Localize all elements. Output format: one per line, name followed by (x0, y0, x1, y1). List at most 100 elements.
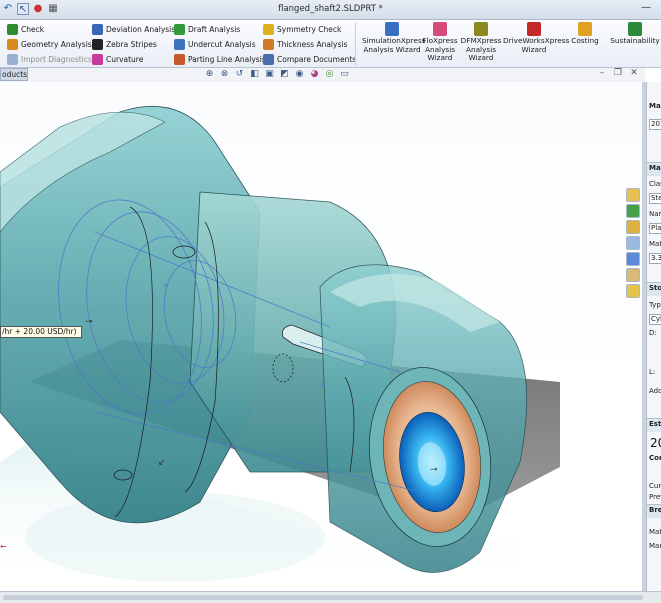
appearances-tab-icon[interactable] (626, 252, 640, 266)
window-title: flanged_shaft2.SLDPRT * (278, 4, 383, 14)
ribbon-label: Symmetry Check (277, 24, 342, 34)
draft-analysis-icon (174, 23, 185, 35)
simulationxpress-icon (385, 22, 399, 36)
check-icon (7, 23, 18, 35)
geometry-analysis-button[interactable]: Geometry Analysis (7, 37, 92, 51)
check-button[interactable]: Check (7, 22, 44, 36)
zebra-stripes-icon (92, 38, 103, 50)
svg-text:⊸: ⊸ (430, 465, 438, 475)
symmetry-check-button[interactable]: Symmetry Check (263, 22, 341, 36)
undercut-analysis-icon (174, 38, 185, 50)
minimize-button[interactable]: — (639, 2, 653, 14)
panel-field[interactable]: Ste (649, 193, 661, 204)
dfmxpress-icon (474, 22, 488, 36)
panel-label: Nam (649, 210, 661, 218)
ribbon-label: Parting Line Analysis (188, 54, 266, 64)
costing-button[interactable]: Costing (566, 22, 604, 46)
ribbon-label: Sustainability (610, 36, 660, 45)
floxpress-icon (433, 22, 447, 36)
parting-line-analysis-icon (174, 53, 185, 65)
costing-task-pane: Ma 201 Ma Clas Ste Nam Pla Mat 3.3 Sto Typ Cyl D: L: A… (646, 82, 661, 591)
file-explorer-tab-icon[interactable] (626, 236, 640, 250)
panel-label: Sto (649, 284, 661, 292)
panel-label: Clas (649, 180, 661, 188)
parting-line-analysis-button[interactable]: Parting Line Analysis (174, 52, 266, 66)
ribbon-label: SimulationXpress Analysis Wizard (362, 36, 426, 54)
panel-label: Cur (649, 482, 661, 490)
ribbon-label: Curvature (106, 54, 144, 64)
document-window-controls: – ❐ ✕ (597, 68, 639, 78)
panel-label: Mat (649, 240, 661, 248)
evaluate-ribbon: Check Geometry Analysis Import Diagnostics… (0, 20, 661, 68)
panel-label: Typ (649, 301, 661, 309)
design-library-tab-icon[interactable] (626, 220, 640, 234)
scroll-thumb[interactable] (3, 595, 643, 600)
minimize-doc-icon[interactable]: – (597, 68, 607, 78)
costing-tab-icon[interactable] (626, 284, 640, 298)
graphics-area[interactable]: ⊸ ↙ ⊸ + + /hr + 20.00 USD/hr) ← (0, 82, 642, 591)
apply-scene-icon[interactable]: ◎ (324, 69, 335, 80)
previous-view-icon[interactable]: ↺ (234, 69, 245, 80)
curvature-icon (92, 53, 103, 65)
panel-label: Est (649, 420, 661, 428)
tab-row: oducts ⊕ ⊗ ↺ ◧ ▣ ◩ ◉ ◕ ◎ ▭ – ❐ ✕ (0, 68, 645, 82)
ribbon-separator (355, 22, 356, 66)
display-style-icon[interactable]: ◩ (279, 69, 290, 80)
hide-show-icon[interactable]: ◉ (294, 69, 305, 80)
edit-appearance-icon[interactable]: ◕ (309, 69, 320, 80)
sustainability-button[interactable]: Sustainability (610, 22, 660, 46)
section-view-icon[interactable]: ◧ (249, 69, 260, 80)
zoom-area-icon[interactable]: ⊗ (219, 69, 230, 80)
part-model[interactable]: ⊸ ↙ ⊸ + + (0, 82, 642, 591)
driveworksxpress-button[interactable]: DriveWorksXpress Wizard (503, 22, 569, 54)
custom-properties-tab-icon[interactable] (626, 268, 640, 282)
view-orientation-icon[interactable]: ▣ (264, 69, 275, 80)
import-diagnostics-icon (7, 53, 18, 65)
panel-label: Man (649, 542, 661, 550)
zoom-to-fit-icon[interactable]: ⊕ (204, 69, 215, 80)
home-tab-icon[interactable] (626, 188, 640, 202)
floxpress-button[interactable]: FloXpress Analysis Wizard (420, 22, 460, 63)
deviation-analysis-button[interactable]: Deviation Analysis (92, 22, 175, 36)
panel-label: Prev (649, 493, 661, 501)
compare-documents-button[interactable]: Compare Documents (263, 52, 356, 66)
task-pane-tabs (624, 188, 642, 298)
horizontal-scrollbar[interactable] (0, 591, 661, 603)
sustainability-icon (628, 22, 642, 36)
panel-label: Ma (649, 102, 661, 110)
geometry-analysis-icon (7, 38, 18, 50)
dfmxpress-button[interactable]: DFMXpress Analysis Wizard (460, 22, 502, 63)
simulationxpress-button[interactable]: SimulationXpress Analysis Wizard (362, 22, 426, 54)
ribbon-label: DriveWorksXpress Wizard (503, 36, 570, 54)
compare-documents-icon (263, 53, 274, 65)
curvature-button[interactable]: Curvature (92, 52, 143, 66)
panel-label: D: (649, 329, 657, 337)
svg-text:↙: ↙ (158, 458, 166, 468)
panel-label: Brea (649, 506, 661, 514)
panel-field[interactable]: Cyl (649, 314, 661, 325)
panel-label: Mat (649, 528, 661, 536)
side-mark: ← (0, 542, 7, 551)
thickness-analysis-icon (263, 38, 274, 50)
zebra-stripes-button[interactable]: Zebra Stripes (92, 37, 157, 51)
close-doc-icon[interactable]: ✕ (629, 68, 639, 78)
panel-label: Com (649, 454, 661, 462)
tab-products[interactable]: oducts (0, 68, 28, 81)
ribbon-label: Zebra Stripes (106, 39, 157, 49)
undercut-analysis-button[interactable]: Undercut Analysis (174, 37, 256, 51)
draft-analysis-button[interactable]: Draft Analysis (174, 22, 240, 36)
resources-tab-icon[interactable] (626, 204, 640, 218)
panel-field[interactable]: 3.3 (649, 253, 661, 264)
ribbon-label: Draft Analysis (188, 24, 241, 34)
symmetry-check-icon (263, 23, 274, 35)
ribbon-label: Deviation Analysis (106, 24, 176, 34)
panel-field[interactable]: Pla (649, 223, 661, 234)
panel-label: Ma (649, 164, 661, 172)
import-diagnostics-button[interactable]: Import Diagnostics (7, 52, 92, 66)
ribbon-label: Geometry Analysis (21, 39, 92, 49)
restore-doc-icon[interactable]: ❐ (613, 68, 623, 78)
view-settings-icon[interactable]: ▭ (339, 69, 350, 80)
panel-field[interactable]: 201 (649, 119, 661, 130)
thickness-analysis-button[interactable]: Thickness Analysis (263, 37, 347, 51)
ribbon-label: Costing (571, 36, 599, 45)
